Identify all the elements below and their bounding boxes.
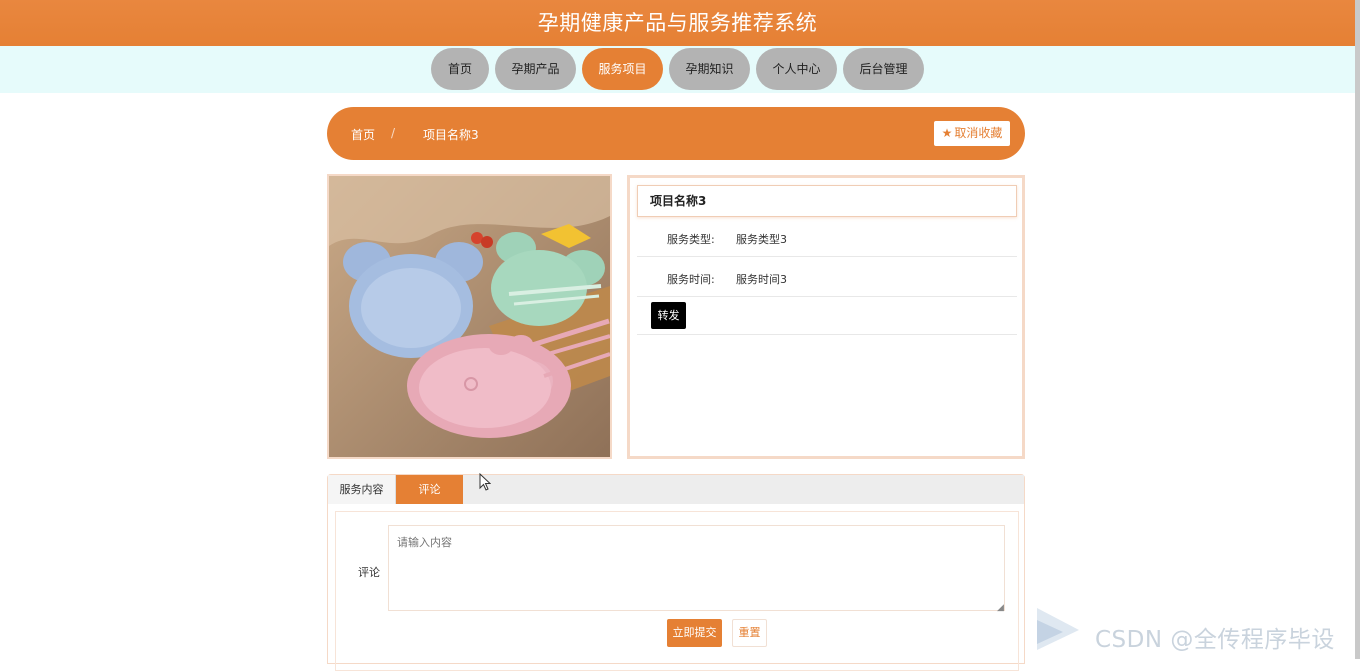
nav-pregnancy-products[interactable]: 孕期产品 <box>495 48 576 90</box>
unfavorite-label: 取消收藏 <box>954 126 1003 140</box>
submit-button[interactable]: 立即提交 <box>667 619 722 647</box>
page-scrollbar[interactable] <box>1355 0 1360 659</box>
comment-input[interactable] <box>388 525 1005 611</box>
tab-comments[interactable]: 评论 <box>396 475 463 504</box>
share-row: 转发 <box>637 297 1017 335</box>
main-nav: 首页 孕期产品 服务项目 孕期知识 个人中心 后台管理 <box>0 46 1355 93</box>
detail-row-service-time: 服务时间: 服务时间3 <box>637 257 1017 297</box>
comment-form: 评论 ◢ 立即提交 重置 <box>335 511 1019 671</box>
watermark-text: CSDN @全传程序毕设 <box>1095 627 1335 653</box>
breadcrumb-current: 项目名称3 <box>423 128 479 142</box>
watermark: CSDN @全传程序毕设 <box>1033 604 1360 659</box>
field-value: 服务时间3 <box>736 273 787 286</box>
share-button[interactable]: 转发 <box>651 302 686 329</box>
unfavorite-button[interactable]: ★ 取消收藏 <box>934 121 1010 146</box>
star-icon: ★ <box>941 126 953 140</box>
breadcrumb: 首页 / 项目名称3 ★ 取消收藏 <box>327 107 1025 160</box>
field-label: 服务时间: <box>667 273 715 286</box>
nav-home[interactable]: 首页 <box>431 48 489 90</box>
reset-button[interactable]: 重置 <box>732 619 767 647</box>
service-title: 项目名称3 <box>637 185 1017 217</box>
service-detail-panel: 项目名称3 服务类型: 服务类型3 服务时间: 服务时间3 转发 <box>627 175 1025 459</box>
nav-admin[interactable]: 后台管理 <box>843 48 924 90</box>
nav-personal-center[interactable]: 个人中心 <box>756 48 837 90</box>
tab-header: 服务内容 评论 <box>328 475 1024 504</box>
site-title: 孕期健康产品与服务推荐系统 <box>537 11 818 35</box>
content-tabs: 服务内容 评论 评论 ◢ 立即提交 重置 <box>327 474 1025 671</box>
site-header: 孕期健康产品与服务推荐系统 <box>0 0 1355 46</box>
breadcrumb-home[interactable]: 首页 <box>351 126 375 143</box>
field-label: 服务类型: <box>667 233 715 246</box>
nav-service-items[interactable]: 服务项目 <box>582 48 663 90</box>
nav-pregnancy-knowledge[interactable]: 孕期知识 <box>669 48 750 90</box>
tab-service-content[interactable]: 服务内容 <box>328 475 396 504</box>
breadcrumb-separator: / <box>391 126 396 140</box>
product-image <box>327 174 612 459</box>
kids-tableware-illustration <box>329 176 610 457</box>
detail-row-service-type: 服务类型: 服务类型3 <box>637 217 1017 257</box>
scrollbar-thumb[interactable] <box>1355 0 1360 659</box>
csdn-logo-icon <box>1037 608 1079 650</box>
resize-handle-icon[interactable]: ◢ <box>997 603 1004 613</box>
comment-label: 评论 <box>358 566 380 579</box>
field-value: 服务类型3 <box>736 233 787 246</box>
mouse-cursor-icon <box>479 473 491 491</box>
